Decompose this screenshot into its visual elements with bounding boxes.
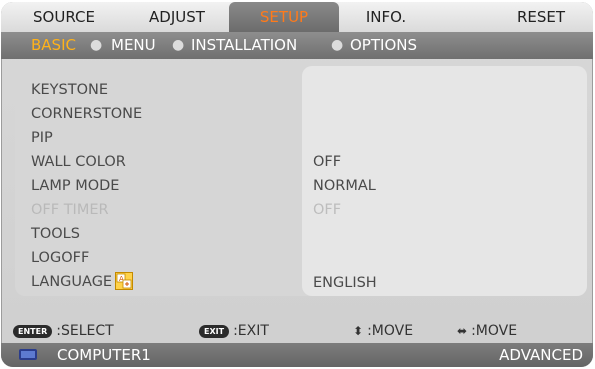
hint-move-horizontal: ⬌ :MOVE (457, 322, 517, 340)
value-wall-color: OFF (313, 154, 342, 170)
value-off-timer: OFF (313, 202, 342, 218)
hint-select: ENTER :SELECT (13, 322, 114, 340)
hint-exit: EXIT :EXIT (199, 322, 269, 340)
hint-move-vertical-label: :MOVE (367, 323, 414, 339)
value-lamp-mode: NORMAL (313, 178, 376, 194)
up-down-arrows-icon: ⬍ (353, 324, 364, 338)
subtab-basic[interactable]: BASIC (31, 32, 76, 59)
computer-monitor-icon (19, 349, 37, 360)
menu-item-wall-color[interactable]: WALL COLOR (31, 152, 126, 172)
menu-item-cornerstone[interactable]: CORNERSTONE (31, 104, 142, 124)
sub-tab-bar: BASIC ● MENU ● INSTALLATION ● OPTIONS (1, 32, 593, 59)
tab-setup[interactable]: SETUP (229, 2, 339, 32)
language-icon: A (115, 272, 134, 290)
menu-item-tools[interactable]: TOOLS (31, 224, 80, 244)
separator-dot: ● (331, 37, 344, 53)
key-hints-bar: ENTER :SELECT EXIT :EXIT ⬍ :MOVE ⬌ :MOVE (1, 322, 593, 340)
menu-item-logoff[interactable]: LOGOFF (31, 248, 89, 268)
hint-move-vertical: ⬍ :MOVE (353, 322, 413, 340)
main-tab-bar: SOURCE ADJUST SETUP INFO. RESET (1, 2, 593, 33)
menu-mode-label: ADVANCED (499, 346, 583, 364)
menu-item-pip[interactable]: PIP (31, 128, 53, 148)
enter-key-icon: ENTER (13, 324, 53, 338)
subtab-installation[interactable]: INSTALLATION (191, 32, 297, 59)
projector-osd-menu: SOURCE ADJUST SETUP INFO. RESET BASIC ● … (1, 2, 593, 367)
subtab-menu[interactable]: MENU (111, 32, 156, 59)
separator-dot: ● (172, 37, 185, 53)
menu-item-keystone[interactable]: KEYSTONE (31, 80, 108, 100)
value-language: ENGLISH (313, 275, 377, 291)
tab-source[interactable]: SOURCE (19, 2, 109, 32)
hint-select-label: :SELECT (56, 323, 114, 339)
tab-reset[interactable]: RESET (501, 2, 581, 32)
tab-adjust[interactable]: ADJUST (129, 2, 225, 32)
menu-item-language[interactable]: LANGUAGE A (31, 272, 134, 292)
menu-item-off-timer: OFF TIMER (31, 202, 109, 218)
source-label: COMPUTER1 (57, 346, 151, 364)
exit-key-icon: EXIT (199, 324, 230, 338)
separator-dot: ● (90, 37, 103, 53)
subtab-options[interactable]: OPTIONS (350, 32, 417, 59)
left-right-arrows-icon: ⬌ (457, 324, 468, 338)
hint-exit-label: :EXIT (233, 323, 269, 339)
language-label: LANGUAGE (31, 274, 113, 290)
menu-item-lamp-mode[interactable]: LAMP MODE (31, 176, 119, 196)
hint-move-horizontal-label: :MOVE (471, 323, 518, 339)
tab-info[interactable]: INFO. (347, 2, 425, 32)
status-bar: COMPUTER1 ADVANCED (1, 343, 593, 367)
